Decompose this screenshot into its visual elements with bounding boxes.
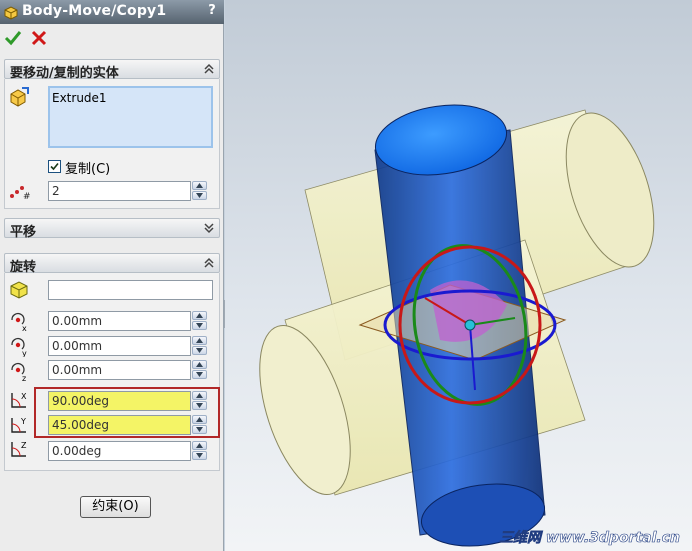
angle-z-icon: Z (11, 441, 27, 457)
rotation-reference-field[interactable] (48, 280, 213, 300)
origin-y-field[interactable]: 0.00mm (48, 336, 191, 356)
copy-count-spinner[interactable] (192, 181, 208, 201)
property-manager: Body-Move/Copy1 ? 要移动/复制的实体 Extrude1 复制(… (0, 0, 224, 551)
copy-checkbox[interactable] (48, 160, 61, 173)
rotate-group-header[interactable]: 旋转 (4, 253, 220, 275)
solid-body-icon (10, 87, 29, 107)
svg-text:y: y (22, 349, 27, 357)
origin-y-icon: y (11, 337, 27, 357)
bodies-group-header[interactable]: 要移动/复制的实体 (4, 59, 220, 81)
help-button[interactable]: ? (203, 3, 221, 21)
body-move-icon (4, 6, 18, 20)
svg-text:z: z (22, 374, 26, 382)
svg-text:x: x (22, 324, 27, 332)
translate-group-title: 平移 (10, 225, 37, 240)
svg-text:Z: Z (21, 441, 27, 450)
rotation-reference-icon (10, 281, 28, 299)
watermark: 三维网 www.3dportal.cn (499, 529, 680, 546)
svg-text:X: X (21, 392, 27, 401)
chevron-down-icon[interactable] (203, 222, 215, 234)
angle-highlight-box (34, 387, 220, 438)
angle-z-field[interactable]: 0.00deg (48, 441, 191, 461)
checkmark-icon (50, 162, 59, 171)
copy-count-field[interactable]: 2 (48, 181, 191, 201)
ok-button[interactable] (4, 29, 22, 47)
copy-checkbox-label[interactable]: 复制(C) (65, 158, 110, 177)
cancel-button[interactable] (30, 29, 48, 47)
constrain-button[interactable]: 约束(O) (80, 496, 151, 518)
angle-z-spinner[interactable] (192, 441, 208, 461)
origin-x-field[interactable]: 0.00mm (48, 311, 191, 331)
origin-z-field[interactable]: 0.00mm (48, 360, 191, 380)
origin-x-icon: x (11, 312, 27, 332)
translate-group-header[interactable]: 平移 (4, 218, 220, 240)
svg-text:Y: Y (20, 417, 26, 426)
copy-count-icon: # (10, 186, 30, 202)
origin-z-icon: z (11, 362, 26, 382)
angle-x-icon: X (11, 392, 27, 408)
graphics-area[interactable]: 三维网 www.3dportal.cn (225, 0, 692, 551)
list-item[interactable]: Extrude1 (52, 91, 209, 105)
origin-z-spinner[interactable] (192, 360, 208, 380)
chevron-up-icon[interactable] (203, 63, 215, 75)
window-title: Body-Move/Copy1 (22, 3, 167, 19)
svg-text:#: # (23, 192, 30, 202)
chevron-up-icon[interactable] (203, 257, 215, 269)
model-view[interactable]: 三维网 www.3dportal.cn (225, 0, 692, 551)
origin-x-spinner[interactable] (192, 311, 208, 331)
angle-y-icon: Y (11, 417, 26, 433)
title-bar: Body-Move/Copy1 ? (0, 0, 224, 24)
bodies-selection-list[interactable]: Extrude1 (48, 86, 213, 148)
origin-y-spinner[interactable] (192, 336, 208, 356)
